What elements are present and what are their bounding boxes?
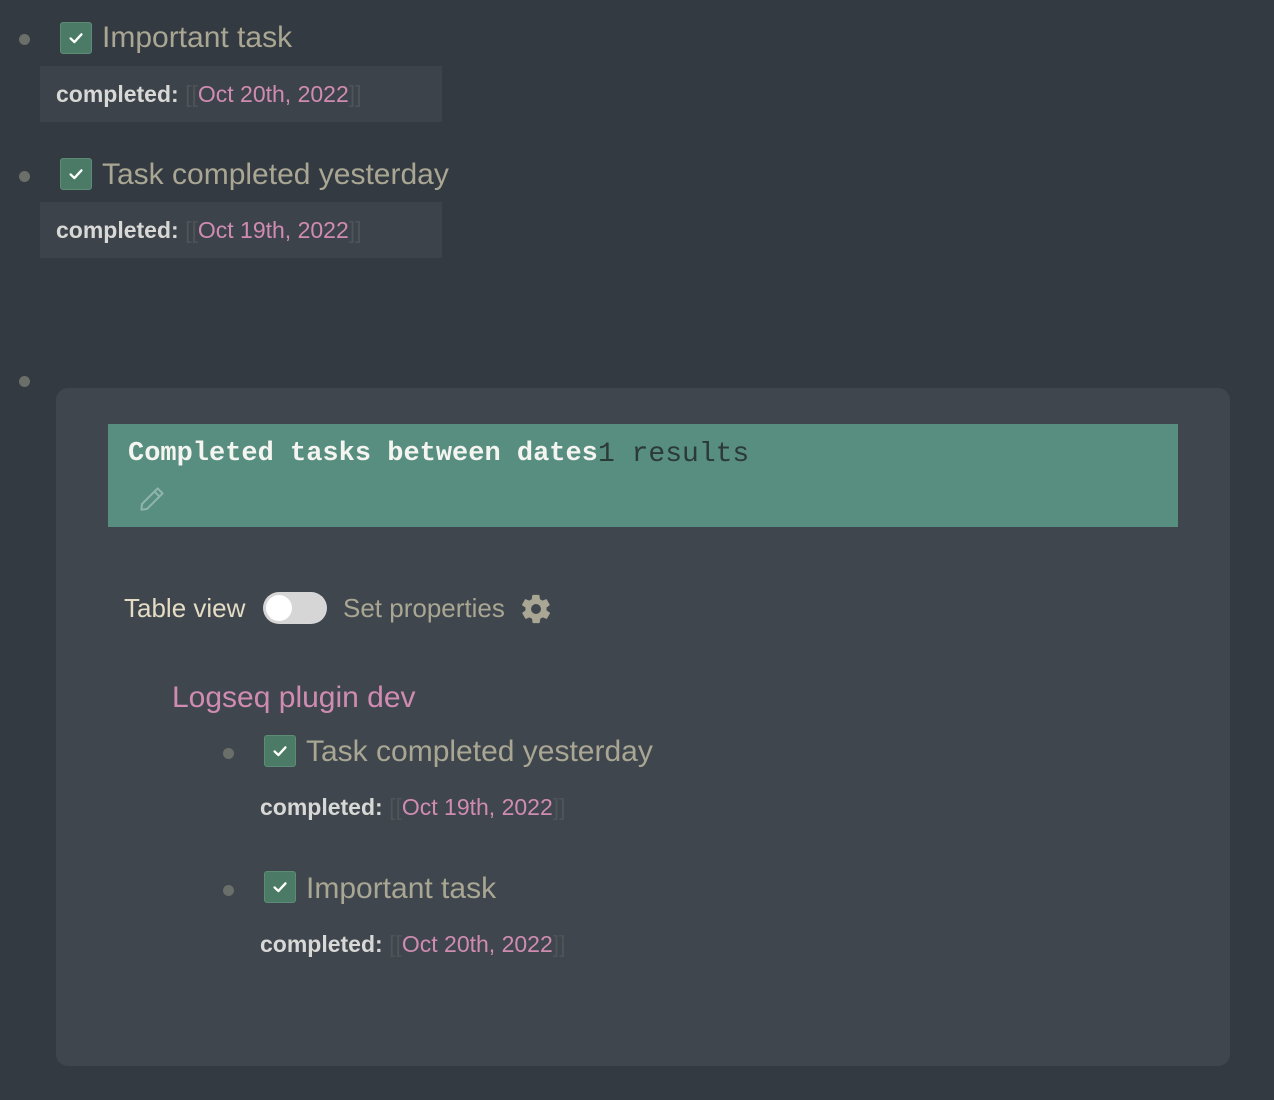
checkmark-icon (273, 746, 287, 757)
set-properties-button[interactable]: Set properties (343, 592, 505, 624)
link-bracket-open: [[ (185, 81, 198, 107)
date-link[interactable]: Oct 20th, 2022 (198, 81, 349, 107)
checkmark-icon (69, 169, 83, 180)
task-title[interactable]: Task completed yesterday (102, 157, 449, 193)
date-link[interactable]: Oct 19th, 2022 (402, 794, 553, 820)
block-bullet[interactable] (19, 376, 30, 387)
block-bullet[interactable] (223, 748, 234, 759)
table-view-label: Table view (124, 593, 246, 623)
block-bullet[interactable] (19, 171, 30, 182)
link-bracket-close: ]] (348, 81, 362, 107)
link-bracket-close: ]] (348, 217, 362, 243)
property-key: completed: (56, 217, 179, 243)
block-bullet[interactable] (223, 885, 234, 896)
date-link[interactable]: Oct 20th, 2022 (402, 931, 553, 957)
checkmark-icon (273, 882, 287, 893)
task-checkbox[interactable] (264, 735, 296, 767)
query-result-count: 1 results (598, 439, 750, 470)
task-title[interactable]: Task completed yesterday (306, 734, 653, 770)
task-title[interactable]: Important task (306, 871, 496, 907)
result-page-link[interactable]: Logseq plugin dev (172, 680, 416, 716)
link-bracket-close: ]] (552, 931, 566, 957)
property-key: completed: (260, 794, 383, 820)
link-bracket-open: [[ (185, 217, 198, 243)
task-checkbox[interactable] (60, 22, 92, 54)
query-title: Completed tasks between dates (128, 439, 598, 469)
link-bracket-open: [[ (389, 931, 402, 957)
date-link[interactable]: Oct 19th, 2022 (198, 217, 349, 243)
link-bracket-close: ]] (552, 794, 566, 820)
property-row: completed: [[Oct 19th, 2022]] (56, 216, 362, 244)
property-row: completed: [[Oct 20th, 2022]] (56, 80, 362, 108)
checkmark-icon (69, 33, 83, 44)
gear-icon[interactable] (519, 592, 553, 626)
task-checkbox[interactable] (264, 871, 296, 903)
toggle-knob (266, 595, 292, 621)
link-bracket-open: [[ (389, 794, 402, 820)
task-checkbox[interactable] (60, 158, 92, 190)
table-view-toggle[interactable] (263, 592, 327, 624)
page: Important task completed: [[Oct 20th, 20… (0, 0, 1274, 1100)
property-row: completed: [[Oct 19th, 2022]] (260, 793, 566, 821)
property-key: completed: (260, 931, 383, 957)
property-key: completed: (56, 81, 179, 107)
pencil-icon[interactable] (137, 484, 167, 514)
block-bullet[interactable] (19, 34, 30, 45)
property-row: completed: [[Oct 20th, 2022]] (260, 930, 566, 958)
task-title[interactable]: Important task (102, 20, 292, 56)
